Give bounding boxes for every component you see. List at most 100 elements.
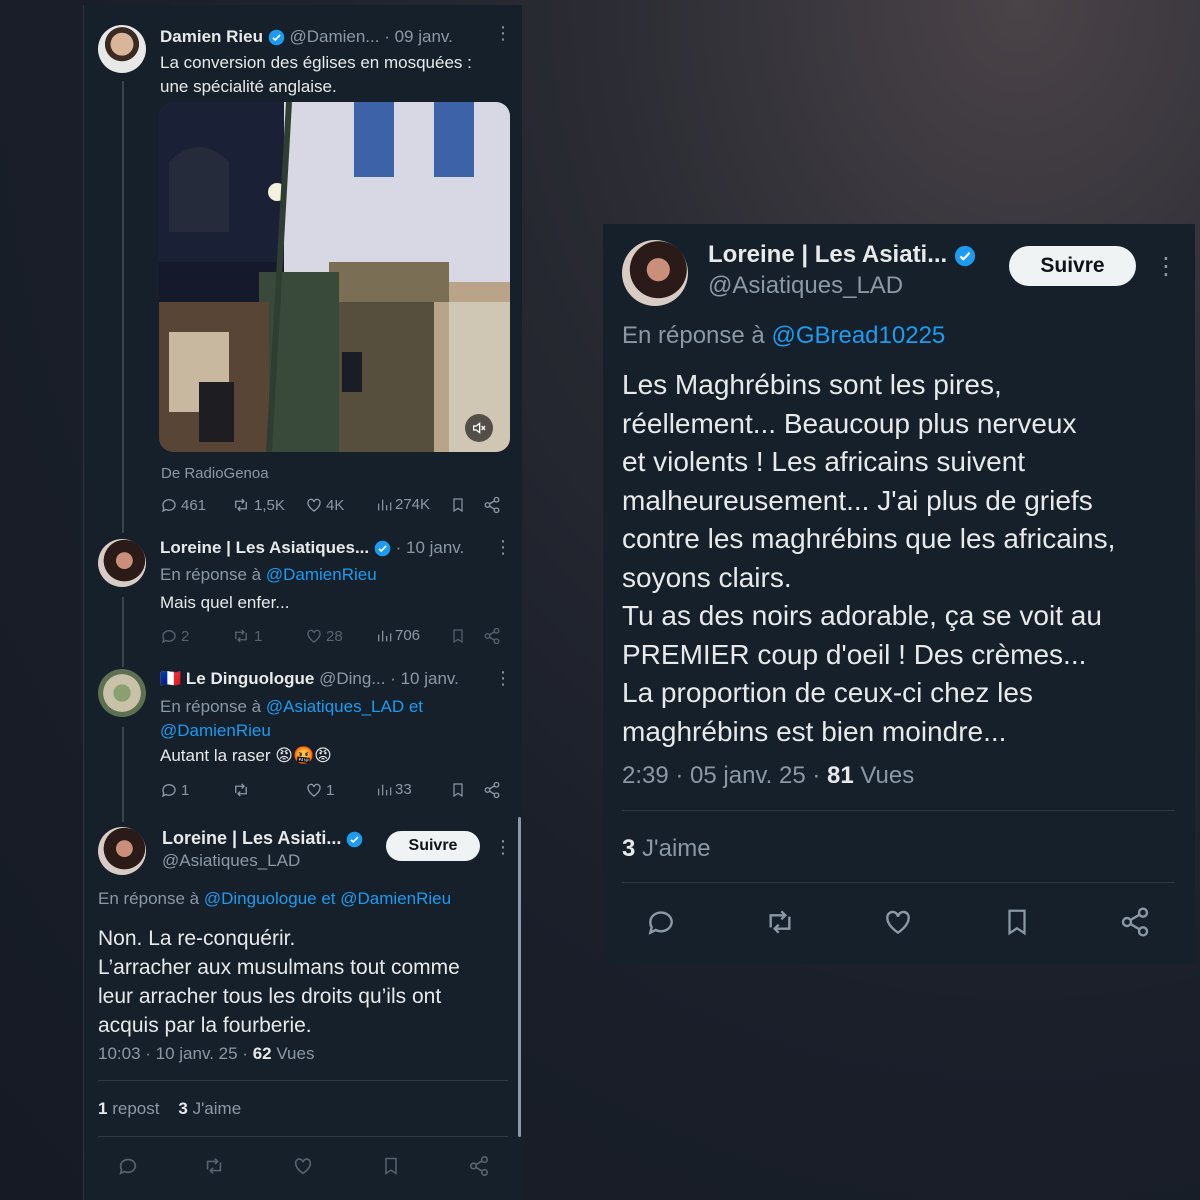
bookmark-button[interactable] [381,1155,401,1177]
likes-link[interactable]: 3 J'aime [622,835,711,863]
share-button[interactable] [468,1155,490,1177]
more-options-icon[interactable]: ⋮ [494,23,512,44]
follow-button[interactable]: Suivre [386,831,480,861]
bookmark-button[interactable] [450,627,466,645]
thread-connector [122,597,124,667]
avatar[interactable] [622,240,688,306]
heart-icon [307,498,321,512]
repost-button[interactable]: 1,5K [231,496,285,514]
verified-badge-icon [347,831,363,848]
repost-button[interactable]: 1 [231,627,262,645]
divider [98,1080,508,1081]
likes-link[interactable]: 3 J'aime [178,1099,241,1118]
share-icon [484,496,500,514]
repost-button[interactable] [231,781,251,799]
reply-button[interactable]: 1 [160,781,189,799]
views-button[interactable]: 706 [376,627,420,644]
more-options-icon[interactable]: ⋮ [1154,252,1178,281]
follow-button[interactable]: Suivre [1009,246,1136,286]
scrollbar[interactable] [518,817,521,1137]
share-button[interactable] [483,627,501,645]
mention-link[interactable]: @GBread10225 [771,322,945,349]
views-count: 62 [252,1044,272,1063]
bookmark-button[interactable] [450,781,466,799]
author-name[interactable]: Loreine | Les Asiati... [708,241,947,268]
author-handle[interactable]: @Asiatiques_LAD [162,851,300,871]
reply-context: En réponse à @Dinguologue et @DamienRieu [98,889,452,908]
tweet-meta: 2:39 · 05 janv. 25 · 81 Vues [622,762,915,789]
reply-context: En réponse à @Asiatiques_LAD et @DamienR… [160,697,424,740]
views-chart-icon [378,499,392,510]
views-count: 81 [827,762,854,789]
tweet-date[interactable]: · 09 janv. [384,27,453,46]
author-handle[interactable]: @Damien... [289,27,379,46]
verified-badge-icon [268,29,285,46]
reply-icon [161,499,176,513]
views-button[interactable]: 33 [376,781,412,798]
reply-button[interactable]: 461 [160,496,206,514]
right-tweet-panel: Loreine | Les Asiati... @Asiatiques_LAD … [603,224,1195,964]
like-button[interactable] [291,1155,315,1177]
reply-context: En réponse à @DamienRieu [160,565,377,584]
author-name[interactable]: Damien Rieu [160,27,263,46]
repost-button[interactable] [761,906,799,938]
video-thumbnail [159,102,510,452]
tweet-date[interactable]: · 10 janv. [390,669,459,688]
mute-button[interactable] [465,414,493,442]
heart-icon [886,910,910,935]
reply-button[interactable] [644,906,678,938]
reply-button[interactable] [116,1155,140,1177]
avatar[interactable] [98,539,146,587]
mention-link[interactable]: @DamienRieu [266,565,377,584]
timestamp[interactable]: 2:39 · 05 janv. 25 · [622,762,820,789]
views-button[interactable]: 274K [376,496,430,513]
more-options-icon[interactable]: ⋮ [494,537,512,558]
author-name[interactable]: Le Dinguologue [186,669,314,688]
reposts-link[interactable]: 1 repost [98,1099,159,1118]
tweet-text: Non. La re-conquérir. L’arracher aux mus… [98,927,460,1037]
reply-button[interactable]: 2 [160,627,189,645]
bookmark-icon [1008,909,1026,936]
video-player[interactable] [159,102,510,452]
reply-icon [161,784,176,798]
share-button[interactable] [483,496,501,514]
mention-link[interactable]: @DamienRieu [340,889,451,908]
bookmark-icon [385,1157,397,1175]
avatar[interactable] [98,827,146,875]
mention-link[interactable]: @Dinguologue [204,889,317,908]
like-button[interactable]: 4K [305,496,344,514]
video-source[interactable]: De RadioGenoa [161,465,269,482]
share-button[interactable] [483,781,501,799]
reply-icon [161,630,176,644]
like-button[interactable] [881,906,915,938]
bookmark-icon [453,498,463,513]
author-handle[interactable]: @Asiatiques_LAD [708,272,903,300]
bookmark-button[interactable] [450,496,466,514]
author-name[interactable]: Loreine | Les Asiati... [162,828,341,848]
like-button[interactable]: 1 [305,781,334,799]
more-options-icon[interactable]: ⋮ [494,668,512,689]
tweet-text: Mais quel enfer... [160,593,290,612]
share-button[interactable] [1118,906,1152,938]
timestamp[interactable]: 10:03 · 10 janv. 25 · [98,1044,248,1063]
more-options-icon[interactable]: ⋮ [494,837,512,858]
repost-button[interactable] [201,1155,227,1177]
like-button[interactable]: 28 [305,627,343,645]
tweet-date[interactable]: · 10 janv. [396,538,465,557]
repost-icon [206,1158,222,1174]
tweet-header: 🇫🇷 Le Dinguologue @Ding... · 10 janv. [160,669,490,689]
repost-icon [769,910,791,934]
author-handle[interactable]: @Ding... [319,669,385,688]
bookmark-button[interactable] [1002,906,1032,938]
tweet-text: Autant la raser 😡🤬😡 [160,746,332,765]
thread-connector [122,81,124,533]
tweet-text: La conversion des églises en mosquées : … [160,53,472,96]
verified-badge-icon [954,245,975,266]
avatar[interactable] [98,669,146,717]
mention-link[interactable]: @DamienRieu [160,721,271,740]
mention-link[interactable]: @Asiatiques_LAD [266,697,404,716]
author-name[interactable]: Loreine | Les Asiatiques... [160,538,369,557]
reply-icon [648,911,673,935]
divider [98,1136,508,1137]
avatar[interactable] [98,25,146,73]
